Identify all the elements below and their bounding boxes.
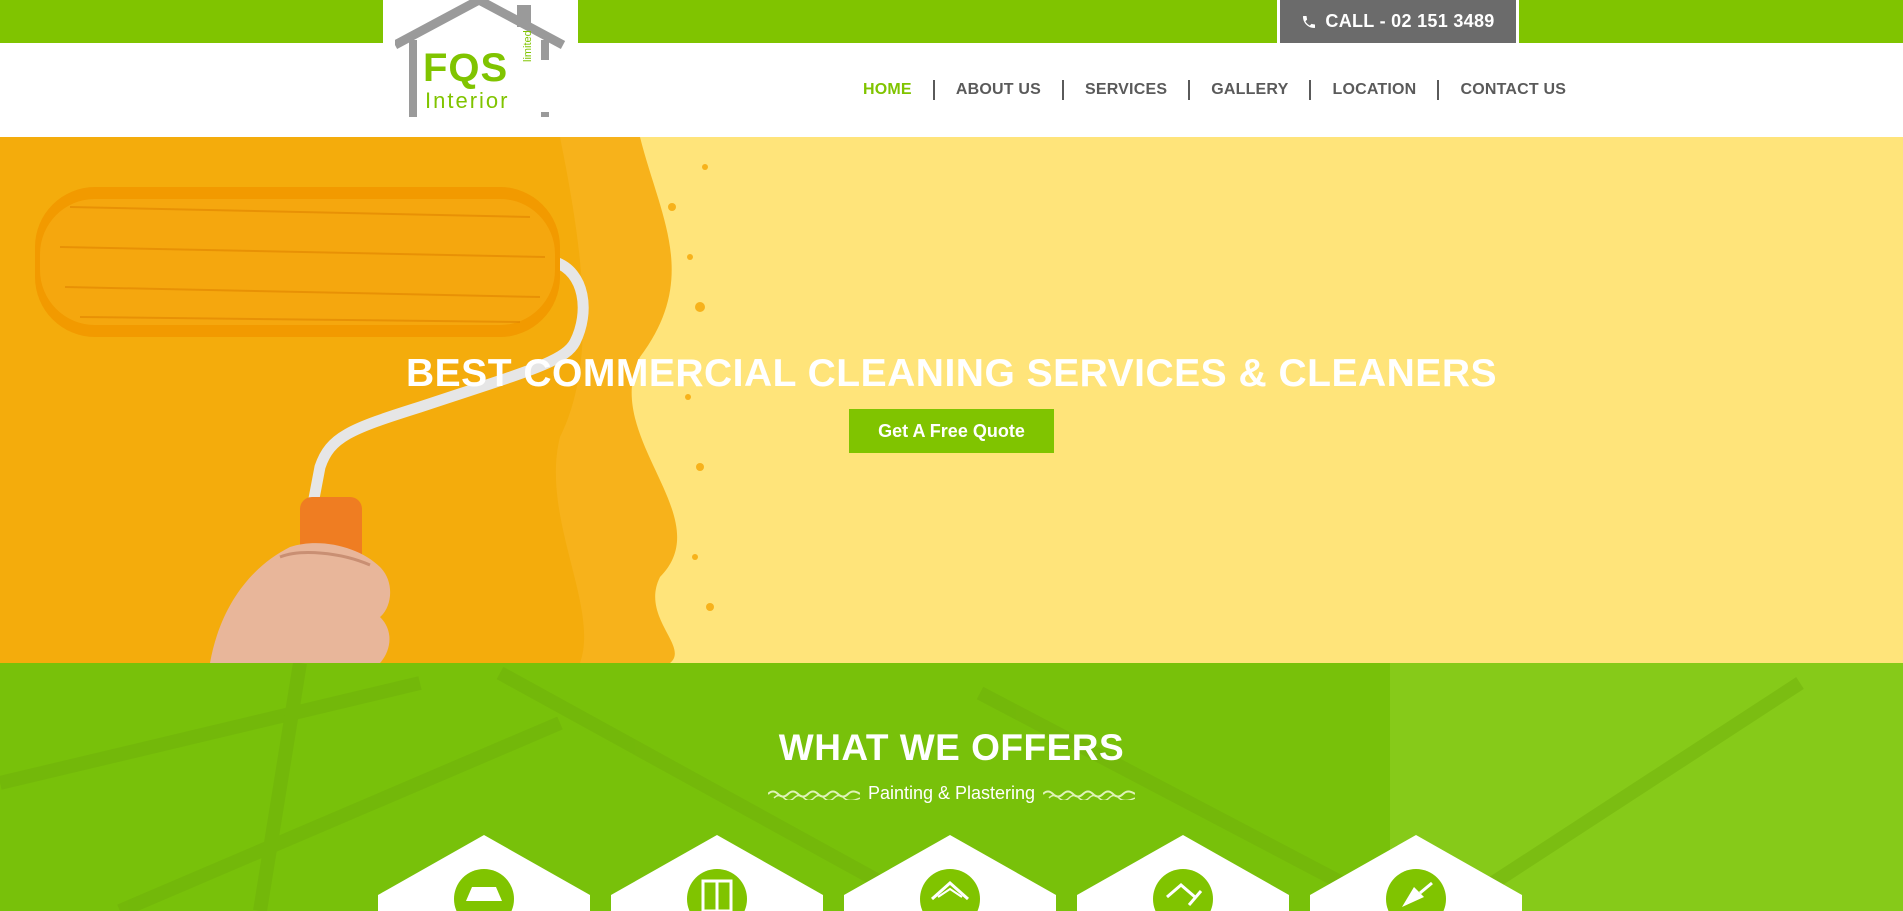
service-card[interactable] (611, 835, 823, 911)
wave-divider-icon (767, 790, 860, 800)
main-nav: HOME ABOUT US SERVICES GALLERY LOCATION … (842, 80, 1587, 100)
nav-home[interactable]: HOME (842, 80, 933, 100)
logo-tag: limited (522, 30, 534, 62)
get-quote-button[interactable]: Get A Free Quote (849, 409, 1054, 453)
logo-sub: Interior (425, 88, 510, 113)
service-card[interactable] (378, 835, 590, 911)
top-bar (0, 0, 1903, 43)
offers-subtitle-text: Painting & Plastering (867, 783, 1036, 803)
house-icon (844, 835, 1056, 911)
offers-subtitle: Painting & Plastering (0, 783, 1903, 804)
service-card[interactable] (844, 835, 1056, 911)
hero-banner: BEST COMMERCIAL CLEANING SERVICES & CLEA… (0, 137, 1903, 663)
lamp-icon (378, 835, 590, 911)
logo-name: FQS (423, 46, 509, 90)
house-brush-icon (1077, 835, 1289, 911)
nav-gallery[interactable]: GALLERY (1190, 80, 1309, 100)
nav-location[interactable]: LOCATION (1311, 80, 1437, 100)
nav-services[interactable]: SERVICES (1064, 80, 1188, 100)
trowel-icon (1310, 835, 1522, 911)
hero-title: BEST COMMERCIAL CLEANING SERVICES & CLEA… (406, 352, 1497, 395)
call-button[interactable]: CALL - 02 151 3489 (1277, 0, 1519, 43)
service-cards (378, 835, 1522, 911)
phone-icon (1303, 15, 1316, 28)
nav-about-us[interactable]: ABOUT US (935, 80, 1062, 100)
call-label: CALL - 02 151 3489 (1325, 11, 1495, 31)
paint-roller-image (0, 137, 714, 663)
logo[interactable]: FQS Interior limited (383, 0, 578, 137)
service-card[interactable] (1310, 835, 1522, 911)
service-card[interactable] (1077, 835, 1289, 911)
wave-divider-icon (1043, 790, 1136, 800)
offers-title: WHAT WE OFFERS (778, 727, 1125, 768)
offers-section: WHAT WE OFFERS Painting & Plastering (0, 663, 1903, 911)
nav-contact-us[interactable]: CONTACT US (1439, 80, 1587, 100)
door-icon (611, 835, 823, 911)
